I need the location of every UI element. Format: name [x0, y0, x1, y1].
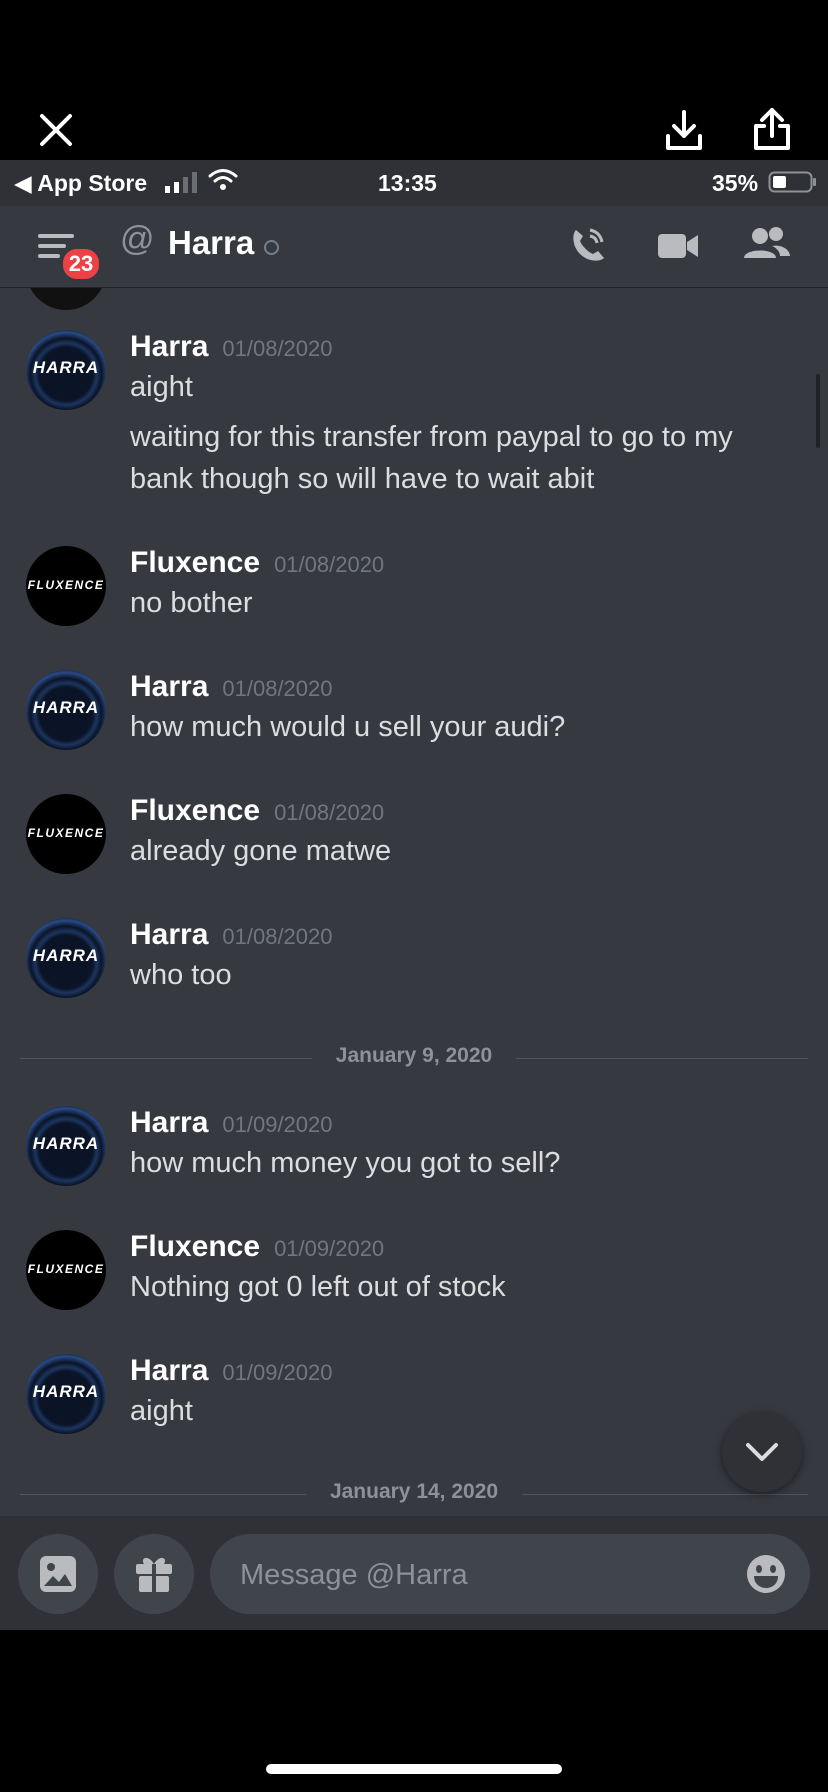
- message-list[interactable]: HARRA Harra 01/08/2020 aight waiting for …: [0, 288, 828, 1516]
- message-input[interactable]: [238, 1534, 722, 1616]
- upload-image-button[interactable]: [18, 1534, 98, 1614]
- message-text: how much money you got to sell?: [130, 1147, 561, 1179]
- cellular-signal-icon: [165, 172, 197, 193]
- home-indicator[interactable]: [266, 1764, 562, 1774]
- voice-call-icon[interactable]: [566, 224, 610, 268]
- timestamp: 01/08/2020: [222, 676, 333, 701]
- image-icon: [40, 1556, 76, 1592]
- date-divider: January 9, 2020: [20, 1044, 808, 1072]
- battery-icon: [768, 171, 816, 193]
- clock: 13:35: [378, 170, 437, 196]
- message-input-container[interactable]: [210, 1534, 810, 1616]
- avatar[interactable]: HARRA: [26, 330, 106, 410]
- at-icon: @: [120, 220, 155, 258]
- message-text: no bother: [130, 587, 253, 619]
- avatar[interactable]: HARRA: [26, 670, 106, 750]
- message-text: Nothing got 0 left out of stock: [130, 1271, 506, 1303]
- back-to-app-store[interactable]: ◀ App Store: [14, 170, 147, 197]
- message-text: how much would u sell your audi?: [130, 711, 566, 743]
- members-icon[interactable]: [742, 224, 792, 264]
- date-divider: January 14, 2020: [20, 1480, 808, 1508]
- avatar[interactable]: HARRA: [26, 1354, 106, 1434]
- message-text: who too: [130, 959, 232, 991]
- video-call-icon[interactable]: [656, 228, 700, 264]
- chat-header: 23 @ Harra: [0, 206, 828, 288]
- offline-status-icon: [264, 240, 279, 255]
- jump-to-present-button[interactable]: [722, 1412, 802, 1492]
- author-name[interactable]: Harra: [130, 330, 208, 363]
- avatar[interactable]: HARRA: [26, 918, 106, 998]
- chevron-down-icon: [746, 1443, 778, 1461]
- avatar[interactable]: FLUXENCE: [26, 546, 106, 626]
- timestamp: 01/08/2020: [274, 552, 385, 577]
- timestamp: 01/09/2020: [222, 1112, 333, 1137]
- message-composer: [0, 1516, 828, 1630]
- avatar[interactable]: FLUXENCE: [26, 794, 106, 874]
- author-name[interactable]: Fluxence: [130, 546, 260, 579]
- message-text: bank though so will have to wait abit: [130, 463, 595, 495]
- image-viewer-toolbar: [0, 0, 828, 160]
- avatar[interactable]: HARRA: [26, 1106, 106, 1186]
- author-name[interactable]: Harra: [130, 918, 208, 951]
- menu-button[interactable]: 23: [38, 228, 102, 282]
- author-name[interactable]: Harra: [130, 670, 208, 703]
- message-text: aight: [130, 1395, 193, 1427]
- author-name[interactable]: Fluxence: [130, 1230, 260, 1263]
- wifi-icon: [208, 169, 238, 190]
- avatar[interactable]: FLUXENCE: [26, 1230, 106, 1310]
- emoji-icon[interactable]: [746, 1554, 786, 1594]
- timestamp: 01/08/2020: [222, 336, 333, 361]
- battery-percent: 35%: [712, 170, 759, 196]
- timestamp: 01/08/2020: [222, 924, 333, 949]
- avatar: [26, 288, 106, 310]
- author-name[interactable]: Harra: [130, 1354, 208, 1387]
- author-name[interactable]: Harra: [130, 1106, 208, 1139]
- close-icon[interactable]: [38, 112, 74, 148]
- message-text: aight: [130, 371, 193, 403]
- timestamp: 01/09/2020: [222, 1360, 333, 1385]
- gift-button[interactable]: [114, 1534, 194, 1614]
- message-text: waiting for this transfer from paypal to…: [130, 421, 733, 453]
- status-bar: ◀ App Store 13:35 35%: [0, 160, 828, 206]
- message-text: already gone matwe: [130, 835, 392, 867]
- channel-title[interactable]: Harra: [168, 224, 254, 262]
- download-icon[interactable]: [662, 108, 706, 152]
- author-name[interactable]: Fluxence: [130, 794, 260, 827]
- gift-icon: [136, 1557, 172, 1592]
- unread-badge: 23: [60, 246, 102, 282]
- share-icon[interactable]: [750, 106, 794, 152]
- scrollbar[interactable]: [816, 374, 820, 448]
- timestamp: 01/09/2020: [274, 1236, 385, 1261]
- timestamp: 01/08/2020: [274, 800, 385, 825]
